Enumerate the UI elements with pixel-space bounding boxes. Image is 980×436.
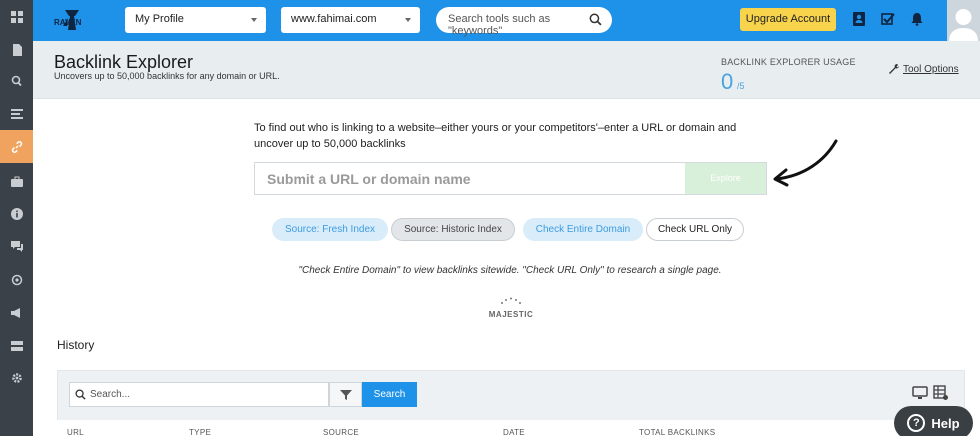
- layout-icon[interactable]: [0, 329, 33, 362]
- curved-arrow-icon: [773, 139, 838, 187]
- history-title: History: [57, 338, 95, 352]
- explore-button[interactable]: Explore: [685, 163, 766, 194]
- chevron-down-icon: [405, 18, 411, 22]
- settings-gear-icon[interactable]: [0, 361, 33, 394]
- document-icon[interactable]: [0, 33, 33, 66]
- search-icon: [75, 389, 86, 403]
- tool-search-input[interactable]: Search tools such as "keywords": [436, 7, 612, 37]
- source-historic-index-pill[interactable]: Source: Historic Index: [391, 218, 515, 241]
- domain-select-value: www.fahimai.com: [291, 13, 377, 25]
- source-fresh-index-pill[interactable]: Source: Fresh Index: [272, 218, 388, 241]
- dashboard-grid-icon[interactable]: [0, 0, 33, 33]
- intro-text: To find out who is linking to a website–…: [254, 122, 737, 150]
- profile-select[interactable]: My Profile: [125, 7, 266, 33]
- megaphone-icon[interactable]: [0, 296, 33, 329]
- briefcase-icon[interactable]: [0, 165, 33, 198]
- table-settings-icon[interactable]: [933, 385, 949, 401]
- search-icon[interactable]: [0, 64, 33, 97]
- contacts-icon[interactable]: [852, 12, 866, 26]
- page-title: Backlink Explorer: [54, 52, 194, 72]
- column-header-source[interactable]: SOURCE: [323, 428, 359, 436]
- usage-max: /5: [737, 81, 745, 91]
- wrench-icon: [889, 64, 899, 74]
- majestic-logo: MAJESTIC: [487, 292, 535, 319]
- tool-options-label: Tool Options: [903, 63, 959, 75]
- raven-logo[interactable]: RAVEN: [53, 8, 91, 33]
- chevron-down-icon: [251, 18, 257, 22]
- tool-options-link[interactable]: Tool Options: [888, 63, 959, 75]
- domain-select[interactable]: www.fahimai.com: [281, 7, 420, 33]
- url-submit-form: Explore: [254, 162, 767, 195]
- link-icon[interactable]: [0, 130, 33, 163]
- notifications-bell-icon[interactable]: [910, 12, 924, 26]
- column-header-url[interactable]: URL: [67, 428, 84, 436]
- column-header-type[interactable]: TYPE: [189, 428, 211, 436]
- help-button[interactable]: ? Help: [894, 406, 973, 436]
- history-search-button[interactable]: Search: [362, 382, 417, 407]
- top-navigation-bar: RAVEN My Profile www.fahimai.com Search …: [33, 0, 980, 41]
- majestic-label: MAJESTIC: [488, 310, 534, 319]
- page-header: Backlink Explorer Uncovers up to 50,000 …: [33, 41, 980, 99]
- page-subtitle: Uncovers up to 50,000 backlinks for any …: [54, 71, 280, 81]
- check-entire-domain-pill[interactable]: Check Entire Domain: [523, 218, 643, 241]
- history-table-header: URL TYPE SOURCE DATE TOTAL BACKLINKS: [57, 420, 965, 436]
- column-header-date[interactable]: DATE: [503, 428, 525, 436]
- mode-hint-text: "Check Entire Domain" to view backlinks …: [298, 265, 722, 276]
- svg-text:RAVEN: RAVEN: [54, 18, 82, 27]
- chat-icon[interactable]: [0, 229, 33, 262]
- tool-search-placeholder: Search tools such as "keywords": [448, 13, 551, 37]
- check-url-only-pill[interactable]: Check URL Only: [646, 218, 744, 241]
- usage-count: 0: [721, 69, 734, 94]
- url-input[interactable]: [255, 163, 685, 194]
- history-search-placeholder: Search...: [90, 389, 131, 400]
- tasks-check-icon[interactable]: [881, 12, 895, 26]
- history-search-input[interactable]: Search...: [69, 382, 329, 407]
- help-label: Help: [931, 415, 960, 431]
- user-avatar[interactable]: [947, 0, 980, 41]
- column-header-total-backlinks[interactable]: TOTAL BACKLINKS: [639, 428, 715, 436]
- left-sidebar: [0, 0, 33, 436]
- filter-button[interactable]: [329, 382, 362, 407]
- upgrade-account-button[interactable]: Upgrade Account: [740, 8, 836, 31]
- majestic-stars-icon: [501, 297, 521, 304]
- search-icon[interactable]: [589, 13, 602, 29]
- question-mark-icon: ?: [907, 414, 926, 432]
- info-icon[interactable]: [0, 197, 33, 230]
- profile-select-value: My Profile: [135, 13, 184, 25]
- target-icon[interactable]: [0, 263, 33, 296]
- list-report-icon[interactable]: [0, 97, 33, 130]
- filter-funnel-icon: [339, 389, 352, 400]
- usage-label: BACKLINK EXPLORER USAGE: [721, 57, 856, 67]
- monitor-icon[interactable]: [912, 385, 928, 401]
